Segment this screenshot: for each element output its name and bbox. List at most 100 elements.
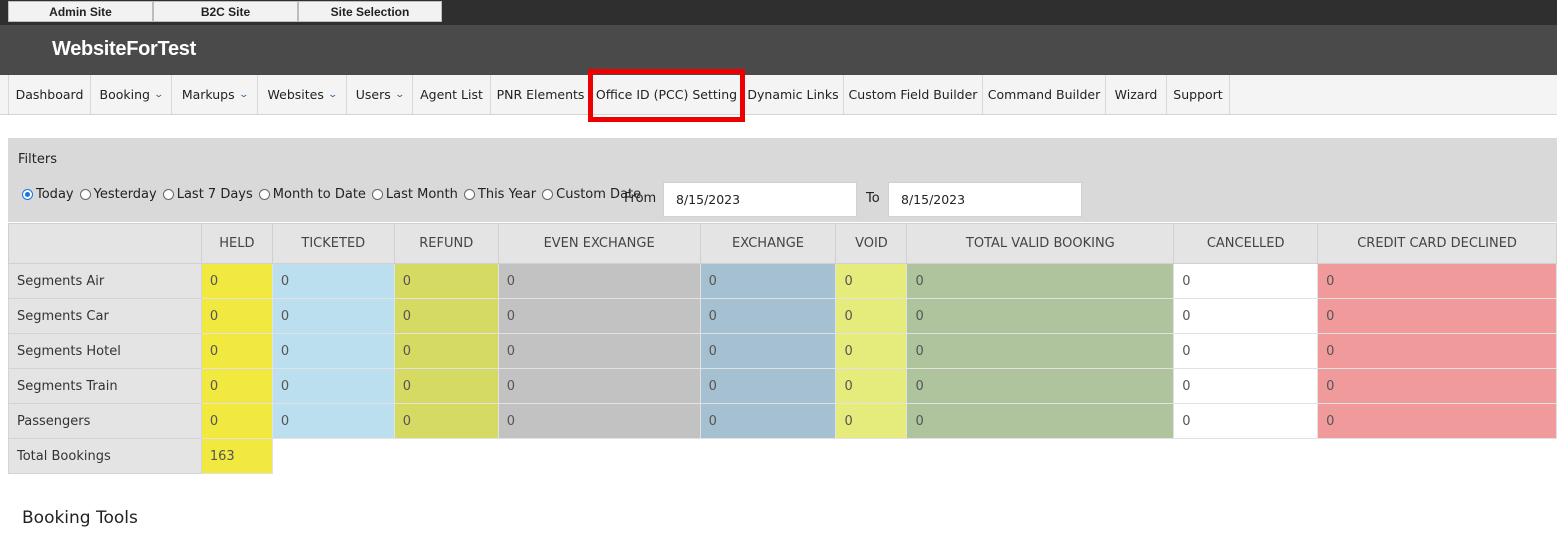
- column-header-void: VOID: [835, 223, 908, 264]
- radio-label: Yesterday: [93, 186, 157, 202]
- cell-ticketed: 0: [271, 298, 395, 334]
- cell-total-valid: 0: [906, 263, 1175, 299]
- radio-unchecked-icon[interactable]: [371, 188, 383, 200]
- nav-markups[interactable]: Markups ⌄: [171, 75, 257, 114]
- cell-total-valid: 0: [906, 333, 1175, 369]
- column-header-credit-card-declined: CREDIT CARD DECLINED: [1317, 223, 1557, 264]
- nav-label: Agent List: [420, 87, 483, 102]
- cell-total-valid: 0: [906, 403, 1175, 439]
- nav-custom-field-builder[interactable]: Custom Field Builder: [843, 75, 982, 114]
- cell-held: 0: [200, 298, 273, 334]
- chevron-down-icon: ⌄: [153, 89, 165, 100]
- cell-exchange: 0: [699, 403, 837, 439]
- nav-label: Dynamic Links: [747, 87, 839, 102]
- cell-even-exchange: 0: [497, 403, 701, 439]
- cell-declined: 0: [1317, 298, 1557, 334]
- cell-held: 0: [200, 333, 273, 369]
- cell-total-valid: 0: [906, 368, 1175, 404]
- cell-void: 0: [835, 368, 908, 404]
- cell-cancelled: 0: [1173, 403, 1319, 439]
- radio-unchecked-icon[interactable]: [258, 188, 270, 200]
- column-header-exchange: EXCHANGE: [699, 223, 837, 264]
- cell-ticketed: 0: [271, 368, 395, 404]
- radio-last-7-days[interactable]: Last 7 Days: [162, 187, 253, 202]
- radio-label: This Year: [477, 186, 537, 202]
- radio-today[interactable]: Today: [22, 187, 74, 202]
- radio-label: Month to Date: [272, 186, 366, 202]
- radio-unchecked-icon[interactable]: [463, 188, 475, 200]
- site-selection-button[interactable]: Site Selection: [298, 1, 442, 22]
- table-row-total: Total Bookings 163: [8, 438, 1557, 474]
- chevron-down-icon: ⌄: [327, 89, 338, 100]
- cell-even-exchange: 0: [497, 368, 701, 404]
- radio-this-year[interactable]: This Year: [463, 186, 537, 202]
- cell-held: 0: [200, 263, 273, 299]
- nav-office-id-setting[interactable]: Office ID (PCC) Setting: [590, 75, 742, 114]
- filters-panel: Filters Today Yesterday Last 7 Days Mont…: [8, 138, 1557, 222]
- cell-void: 0: [835, 298, 908, 334]
- corner-header: [8, 223, 202, 264]
- table-row: Segments Train 0 0 0 0 0 0 0 0 0: [8, 368, 1557, 404]
- cell-declined: 0: [1317, 368, 1557, 404]
- cell-refund: 0: [393, 263, 499, 299]
- row-label: Segments Train: [8, 368, 202, 404]
- b2c-site-button[interactable]: B2C Site: [153, 1, 298, 22]
- radio-checked-icon[interactable]: [22, 188, 33, 200]
- nav-label: Websites: [267, 87, 324, 102]
- radio-last-month[interactable]: Last Month: [371, 186, 458, 202]
- nav-websites[interactable]: Websites ⌄: [257, 75, 346, 114]
- nav-booking[interactable]: Booking ⌄: [90, 75, 171, 114]
- site-title: WebsiteForTest: [52, 38, 196, 60]
- cell-void: 0: [835, 263, 908, 299]
- admin-site-button[interactable]: Admin Site: [8, 1, 153, 22]
- site-header: WebsiteForTest: [0, 25, 1557, 75]
- cell-ticketed: 0: [271, 333, 395, 369]
- row-label: Segments Car: [8, 298, 202, 334]
- nav-support[interactable]: Support: [1166, 75, 1230, 114]
- cell-void: 0: [835, 403, 908, 439]
- cell-declined: 0: [1317, 263, 1557, 299]
- cell-cancelled: 0: [1173, 333, 1319, 369]
- column-header-total-valid-booking: TOTAL VALID BOOKING: [906, 223, 1175, 264]
- booking-stats-table: HELD TICKETED REFUND EVEN EXCHANGE EXCHA…: [8, 223, 1557, 474]
- column-header-held: HELD: [200, 223, 273, 264]
- cell-even-exchange: 0: [497, 298, 701, 334]
- table-row: Segments Air 0 0 0 0 0 0 0 0 0: [8, 263, 1557, 299]
- nav-label: Markups: [181, 87, 235, 102]
- radio-unchecked-icon[interactable]: [542, 188, 554, 200]
- nav-agent-list[interactable]: Agent List: [412, 75, 490, 114]
- nav-command-builder[interactable]: Command Builder: [982, 75, 1105, 114]
- from-label: From: [624, 191, 657, 206]
- cell-exchange: 0: [699, 298, 837, 334]
- table-header-row: HELD TICKETED REFUND EVEN EXCHANGE EXCHA…: [8, 223, 1557, 264]
- nav-label: Office ID (PCC) Setting: [595, 87, 738, 102]
- cell-ticketed: 0: [271, 263, 395, 299]
- cell-cancelled: 0: [1173, 368, 1319, 404]
- nav-dynamic-links[interactable]: Dynamic Links: [742, 75, 843, 114]
- cell-ticketed: 0: [271, 403, 395, 439]
- booking-tools-title: Booking Tools: [22, 508, 138, 528]
- column-header-ticketed: TICKETED: [271, 223, 395, 264]
- cell-held: 0: [200, 368, 273, 404]
- nav-label: Command Builder: [987, 87, 1101, 102]
- cell-exchange: 0: [699, 368, 837, 404]
- radio-yesterday[interactable]: Yesterday: [79, 186, 157, 202]
- chevron-down-icon: ⌄: [394, 89, 405, 100]
- filters-title: Filters: [18, 152, 57, 167]
- nav-users[interactable]: Users ⌄: [346, 75, 412, 114]
- radio-label: Last Month: [385, 186, 458, 202]
- radio-label: Today: [36, 186, 74, 202]
- from-date-input[interactable]: 8/15/2023: [663, 182, 857, 217]
- radio-month-to-date[interactable]: Month to Date: [258, 186, 366, 202]
- nav-wizard[interactable]: Wizard: [1105, 75, 1166, 114]
- cell-refund: 0: [393, 368, 499, 404]
- row-label: Segments Air: [8, 263, 202, 299]
- to-date-input[interactable]: 8/15/2023: [888, 182, 1082, 217]
- nav-dashboard[interactable]: Dashboard: [8, 75, 90, 114]
- cell-total-bookings: 163: [200, 438, 273, 474]
- radio-unchecked-icon[interactable]: [162, 188, 174, 200]
- cell-declined: 0: [1317, 403, 1557, 439]
- nav-pnr-elements[interactable]: PNR Elements: [490, 75, 590, 114]
- radio-unchecked-icon[interactable]: [79, 188, 91, 200]
- nav-label: Dashboard: [15, 87, 84, 102]
